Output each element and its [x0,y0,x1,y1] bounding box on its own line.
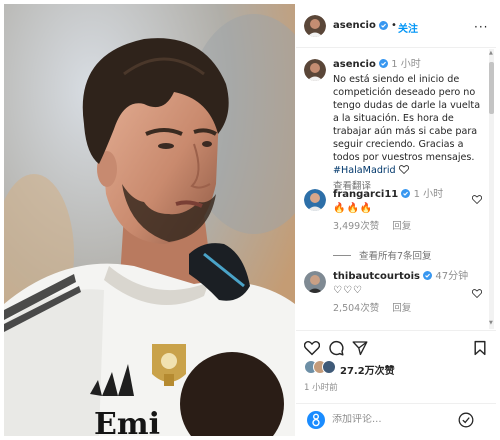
post-photo: Emi [4,4,295,436]
comment-time: 1 小时 [413,189,444,200]
share-icon[interactable] [352,340,368,356]
add-comment-input[interactable] [332,414,442,425]
heart-emoji-icon [398,165,409,174]
comment-heart-icon[interactable] [472,195,482,204]
comment-meta: 3,499次赞 回复 [333,218,485,232]
comment-meta: 2,504次赞 回复 [333,300,485,314]
comment-icon[interactable] [328,340,344,356]
post-comment-icon[interactable] [458,412,474,428]
add-comment-bar [296,403,496,436]
commenter-avatar[interactable] [304,189,326,211]
instagram-post-modal: Emi asencio • 关注 ··· asencio 1 小时 No est… [0,0,500,440]
separator-dot: • [391,20,397,31]
bookmark-icon[interactable] [472,340,488,356]
author-avatar-caption[interactable] [304,59,326,81]
post-actions [296,330,496,364]
verified-badge-icon [379,21,388,30]
verified-badge-icon [423,271,433,280]
likes-count[interactable]: 27.2万次赞 [340,362,395,377]
comment-like-count[interactable]: 3,499次赞 [333,221,379,232]
caption-text: No está siendo el inicio de competición … [333,73,485,177]
view-all-replies-label: 查看所有7条回复 [359,251,432,262]
verified-badge-icon [379,59,389,68]
caption-username[interactable]: asencio [333,59,376,70]
comment-text: ♡♡♡ [333,285,363,296]
view-all-replies[interactable]: 查看所有7条回复 [333,248,432,262]
reply-button[interactable]: 回复 [392,221,411,232]
post-header: asencio • 关注 ··· [296,4,496,48]
comment-time: 47分钟 [435,271,469,282]
comments-scrollbar-thumb[interactable] [489,62,494,114]
player-portrait: Emi [4,4,295,436]
commenter-avatar[interactable] [304,271,326,293]
author-username[interactable]: asencio [333,20,376,31]
liker-avatar [322,360,336,374]
hashtag-link[interactable]: #HalaMadrid [333,165,396,176]
commenter-username[interactable]: frangarci11 [333,189,398,200]
more-options-icon[interactable]: ··· [474,20,488,34]
emoji-icon[interactable] [306,410,326,430]
verified-badge-icon [401,189,411,198]
comment-text: 🔥🔥🔥 [333,203,374,214]
commenter-username[interactable]: thibautcourtois [333,271,420,282]
reply-button[interactable]: 回复 [392,303,411,314]
follow-button[interactable]: 关注 [398,20,418,35]
scroll-up-arrow-icon[interactable]: ▲ [489,50,493,56]
post-timestamp: 1 小时前 [304,383,338,393]
replies-line [333,255,351,256]
caption-time: 1 小时 [391,59,421,70]
caption-body: No está siendo el inicio de competición … [333,74,481,163]
comment-like-count[interactable]: 2,504次赞 [333,303,379,314]
post-side-panel: asencio • 关注 ··· asencio 1 小时 No está si… [296,4,496,436]
scroll-down-arrow-icon[interactable]: ▼ [489,320,493,326]
svg-text:Emi: Emi [94,407,160,436]
heart-icon[interactable] [304,340,320,356]
comment-heart-icon[interactable] [472,289,482,298]
comments-list: asencio 1 小时 No está siendo el inicio de… [296,49,488,329]
author-avatar[interactable] [304,15,326,37]
